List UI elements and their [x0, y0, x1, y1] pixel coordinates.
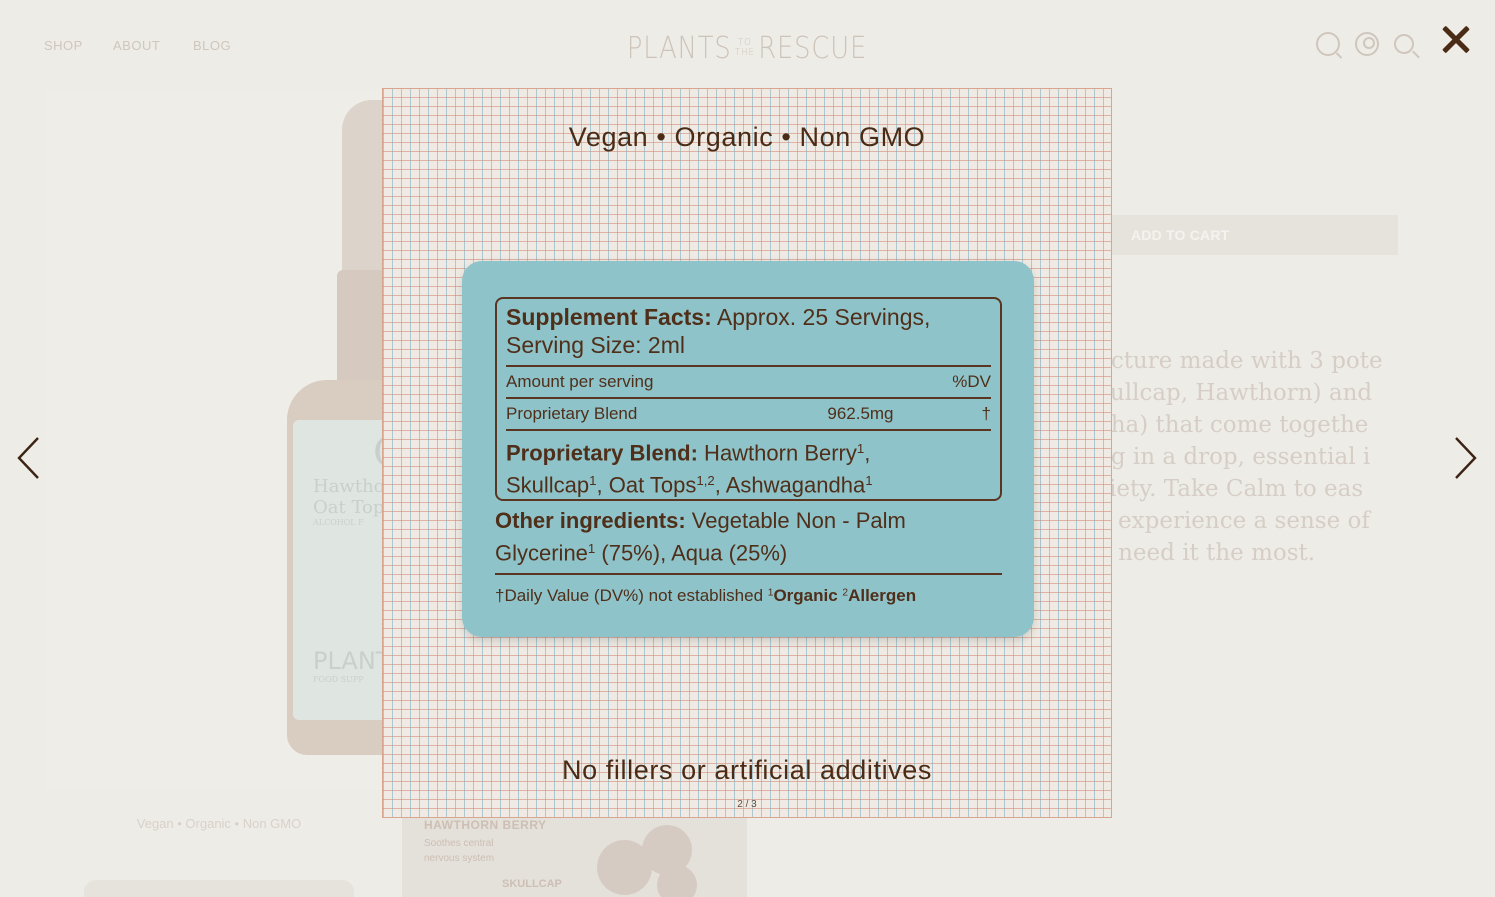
other-item: Vegetable Non - Palm — [685, 508, 906, 533]
other-title: Other ingredients: — [495, 508, 686, 533]
account-icon[interactable] — [1355, 32, 1379, 56]
dv-label: %DV — [952, 372, 991, 391]
logo-word-right: RESCUE — [758, 30, 868, 66]
other-line-1: Other ingredients: Vegetable Non - Palm — [495, 507, 1002, 535]
next-arrow-icon[interactable] — [1454, 436, 1478, 480]
product-description: ncture made with 3 pote kullcap, Hawthor… — [1096, 345, 1495, 585]
blend-dv: † — [981, 404, 991, 423]
previous-arrow-icon[interactable] — [16, 436, 40, 480]
nav-link-shop[interactable]: SHOP — [44, 38, 83, 53]
nav-link-about[interactable]: ABOUT — [113, 38, 160, 53]
divider — [495, 573, 1002, 575]
background-caption: Vegan • Organic • Non GMO — [136, 816, 302, 831]
amount-label: Amount per serving — [506, 372, 654, 391]
description-line: u need it the most. — [1096, 540, 1316, 566]
facts-title-rest: Approx. 25 Servings, — [711, 304, 931, 330]
daily-value-note: †Daily Value (DV%) not established 1Orga… — [495, 586, 1015, 606]
quiz-icon[interactable] — [1316, 32, 1340, 56]
blend-row: Proprietary Blend 962.5mg † — [506, 399, 991, 429]
logo-word-left: PLANTS — [626, 30, 732, 66]
logo-small-bottom: THE — [735, 47, 755, 58]
other-ingredients: Other ingredients: Vegetable Non - Palm … — [495, 507, 1002, 567]
blend-line-2: Skullcap1, Oat Tops1,2, Ashwagandha1 — [506, 467, 991, 499]
description-line: xiety. Take Calm to eas — [1096, 476, 1364, 502]
description-line: ncture made with 3 pote — [1096, 348, 1383, 374]
close-icon[interactable] — [1437, 21, 1475, 59]
footnote-mark: 1 — [856, 441, 865, 456]
blend-item: Hawthorn Berry — [697, 440, 857, 466]
footnote-mark: 1 — [589, 473, 597, 489]
facts-title-bold: Supplement Facts: — [506, 304, 712, 330]
dv-note-allergen: Allergen — [848, 586, 917, 605]
facts-title: Supplement Facts: Approx. 25 Servings, — [506, 303, 991, 331]
blend-item: , Ashwagandha — [714, 472, 866, 498]
serving-size: Serving Size: 2ml — [506, 332, 685, 358]
dv-note-text: †Daily Value (DV%) not established — [495, 586, 768, 605]
footnote-mark: 1 — [865, 473, 873, 489]
description-line: ug in a drop, essential i — [1096, 444, 1371, 470]
footnote-mark: 1,2 — [696, 473, 715, 489]
add-to-cart-button[interactable]: ADD TO CART — [1102, 215, 1398, 255]
blend-title: Proprietary Blend: — [506, 440, 698, 466]
berries-image — [577, 820, 707, 897]
lightbox-slide: Vegan • Organic • Non GMO Supplement Fac… — [382, 88, 1112, 818]
blend-ingredients: Proprietary Blend: Hawthorn Berry1, Skul… — [506, 435, 991, 500]
blend-label: Proprietary Blend — [506, 404, 638, 423]
other-item: Glycerine — [495, 540, 588, 566]
description-line: dha) that come togethe — [1096, 412, 1369, 438]
nav-link-blog[interactable]: BLOG — [193, 38, 231, 53]
slide-footer: No fillers or artificial additives — [561, 755, 932, 785]
amount-row: Amount per serving %DV — [506, 367, 991, 397]
background-pill — [84, 880, 354, 897]
other-item: (75%), Aqua (25%) — [595, 540, 788, 566]
search-icon[interactable] — [1394, 34, 1414, 54]
description-line: kullcap, Hawthorn) and — [1096, 380, 1373, 406]
ingredient-tile: HAWTHORN BERRY Soothes central nervous s… — [402, 810, 747, 897]
logo-small-words: TO THE — [735, 38, 755, 58]
dv-note-organic: Organic — [773, 586, 843, 605]
supplement-facts-box: Supplement Facts: Approx. 25 Servings, S… — [495, 297, 1002, 501]
blend-amount: 962.5mg — [827, 404, 894, 423]
other-line-2: Glycerine1 (75%), Aqua (25%) — [495, 535, 1002, 567]
supplement-facts-card: Supplement Facts: Approx. 25 Servings, S… — [462, 261, 1034, 637]
blend-line-1: Proprietary Blend: Hawthorn Berry1, — [506, 440, 871, 466]
blend-item: , Oat Tops — [596, 472, 697, 498]
slide-heading: Vegan • Organic • Non GMO — [568, 122, 926, 152]
blend-item: Skullcap — [506, 472, 590, 498]
description-line: d experience a sense of — [1096, 508, 1370, 534]
divider — [506, 429, 991, 431]
slide-counter: 2 / 3 — [737, 799, 757, 810]
brand-logo[interactable]: PLANTS TO THE RESCUE — [627, 30, 866, 66]
